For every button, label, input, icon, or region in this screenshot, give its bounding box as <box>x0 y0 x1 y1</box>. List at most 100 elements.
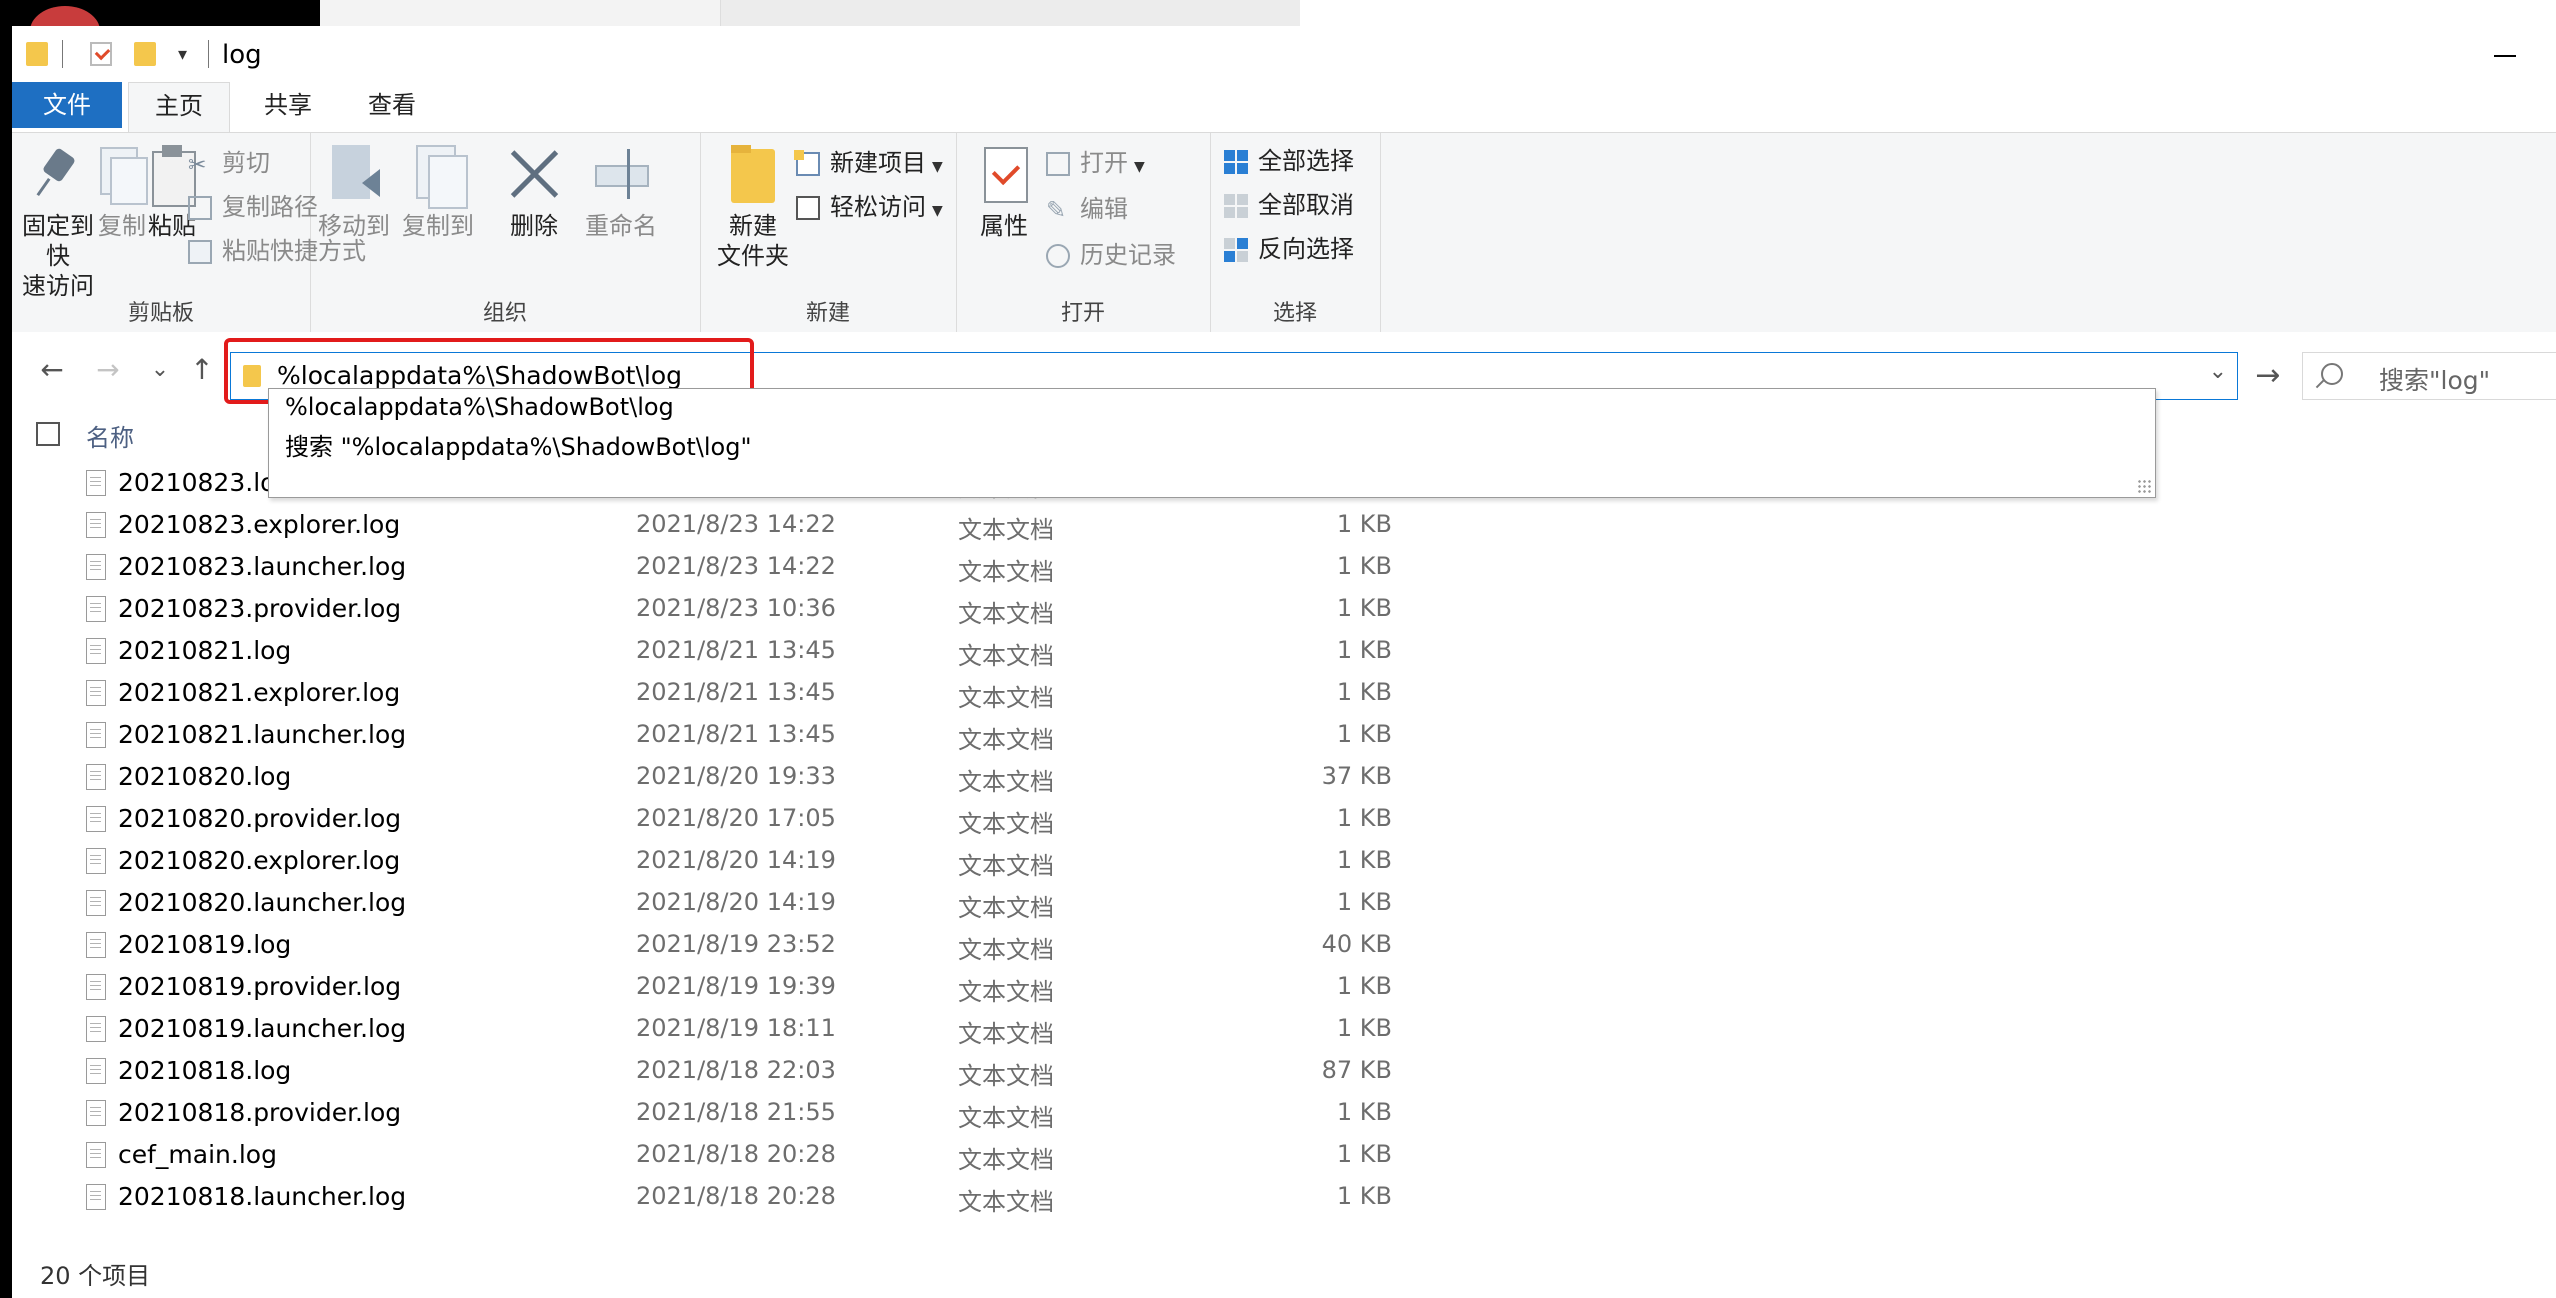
file-date: 2021/8/21 13:45 <box>636 678 836 706</box>
resize-grip-icon[interactable] <box>2137 479 2151 493</box>
table-row[interactable]: 20210820.explorer.log 2021/8/20 14:19 文本文档… <box>12 842 2556 884</box>
copy-path-icon <box>188 196 212 220</box>
open-button[interactable]: 打开 ▼ <box>1046 145 1145 181</box>
text-file-icon <box>86 554 106 580</box>
autocomplete-item[interactable]: %localappdata%\ShadowBot\log <box>285 393 674 421</box>
file-date: 2021/8/18 20:28 <box>636 1182 836 1210</box>
text-file-icon <box>86 890 106 916</box>
search-box[interactable]: 搜索"log" <box>2302 352 2556 400</box>
table-row[interactable]: 20210819.log 2021/8/19 23:52 文本文档 40 KB <box>12 926 2556 968</box>
table-row[interactable]: 20210820.log 2021/8/20 19:33 文本文档 37 KB <box>12 758 2556 800</box>
up-arrow-icon[interactable]: ↑ <box>184 352 220 388</box>
select-none-button[interactable]: 全部取消 <box>1224 187 1354 223</box>
history-button[interactable]: 历史记录 <box>1046 237 1176 273</box>
file-name: 20210823.provider.log <box>118 594 402 623</box>
file-type: 文本文档 <box>958 1146 1054 1174</box>
easy-access-button[interactable]: 轻松访问 ▼ <box>796 189 943 225</box>
tab-home[interactable]: 主页 <box>128 82 230 133</box>
text-file-icon <box>86 974 106 1000</box>
file-date: 2021/8/21 13:45 <box>636 636 836 664</box>
group-label: 选择 <box>1272 301 1317 326</box>
table-row[interactable]: 20210823.explorer.log 2021/8/23 14:22 文本文档… <box>12 506 2556 548</box>
table-row[interactable]: 20210821.log 2021/8/21 13:45 文本文档 1 KB <box>12 632 2556 674</box>
text-file-icon <box>86 596 106 622</box>
search-input[interactable]: 搜索"log" <box>2379 361 2490 397</box>
file-name: 20210821.launcher.log <box>118 720 407 749</box>
properties-icon <box>976 143 1032 205</box>
file-name: 20210820.log <box>118 762 292 791</box>
item-count: 20 个项目 <box>40 1262 151 1290</box>
table-row[interactable]: 20210818.log 2021/8/18 22:03 文本文档 87 KB <box>12 1052 2556 1094</box>
cut-button[interactable]: 剪切 <box>188 145 270 184</box>
file-size: 1 KB <box>1336 846 1392 874</box>
minimize-button[interactable] <box>2472 26 2542 82</box>
chevron-down-icon[interactable]: ▾ <box>178 44 187 65</box>
new-folder-button[interactable]: 新建 文件夹 <box>708 143 798 271</box>
background-window-tab <box>720 0 1301 28</box>
file-name: 20210818.log <box>118 1056 292 1085</box>
copy-to-button[interactable]: 复制到 <box>398 143 478 241</box>
group-label: 新建 <box>805 301 850 326</box>
properties-quick-icon[interactable] <box>90 42 112 66</box>
file-size: 1 KB <box>1336 1182 1392 1210</box>
select-all-checkbox[interactable] <box>36 422 60 446</box>
copy-path-button[interactable]: 复制路径 <box>188 189 318 225</box>
file-name: 20210819.provider.log <box>118 972 402 1001</box>
delete-x-icon <box>506 143 562 205</box>
column-header-name[interactable]: 名称 <box>86 418 134 453</box>
invert-selection-button[interactable]: 反向选择 <box>1224 231 1354 267</box>
chevron-down-icon: ▼ <box>1134 159 1145 175</box>
file-size: 1 KB <box>1336 1098 1392 1126</box>
edit-label: 编辑 <box>1080 195 1128 223</box>
window-title: log <box>222 40 262 70</box>
file-size: 1 KB <box>1336 510 1392 538</box>
go-arrow-icon[interactable]: → <box>2244 352 2292 400</box>
rename-button[interactable]: 重命名 <box>576 143 666 241</box>
table-row[interactable]: cef_main.log 2021/8/18 20:28 文本文档 1 KB <box>12 1136 2556 1178</box>
delete-button[interactable]: 删除 <box>494 143 574 241</box>
new-item-button[interactable]: 新建项目 ▼ <box>794 145 943 181</box>
table-row[interactable]: 20210818.launcher.log 2021/8/18 20:28 文本文档… <box>12 1178 2556 1220</box>
table-row[interactable]: 20210820.provider.log 2021/8/20 17:05 文本文档… <box>12 800 2556 842</box>
move-to-label: 移动到 <box>318 212 390 240</box>
file-type: 文本文档 <box>958 1020 1054 1048</box>
new-folder-quick-icon[interactable] <box>134 42 156 66</box>
text-file-icon <box>86 1058 106 1084</box>
recent-locations-chevron-icon[interactable]: ⌄ <box>142 352 178 388</box>
table-row[interactable]: 20210821.launcher.log 2021/8/21 13:45 文本文档… <box>12 716 2556 758</box>
file-date: 2021/8/20 19:33 <box>636 762 836 790</box>
file-date: 2021/8/20 17:05 <box>636 804 836 832</box>
file-date: 2021/8/18 21:55 <box>636 1098 836 1126</box>
autocomplete-search-item[interactable]: 搜索 "%localappdata%\ShadowBot\log" <box>285 427 752 462</box>
file-size: 1 KB <box>1336 720 1392 748</box>
table-row[interactable]: 20210818.provider.log 2021/8/18 21:55 文本文档… <box>12 1094 2556 1136</box>
text-file-icon <box>86 1016 106 1042</box>
edit-button[interactable]: 编辑 <box>1046 191 1128 228</box>
group-clipboard: 固定到快 速访问 复制 粘贴 剪切 复制路径 粘贴快捷方式 剪贴板 <box>12 133 366 333</box>
forward-arrow-icon[interactable]: → <box>90 352 126 388</box>
invert-selection-icon <box>1224 238 1248 262</box>
tab-view[interactable]: 查看 <box>342 82 442 128</box>
file-name: 20210819.log <box>118 930 292 959</box>
file-size: 1 KB <box>1336 594 1392 622</box>
tab-share[interactable]: 共享 <box>238 82 338 128</box>
file-list: 名称 20210823.log2021/8/23 14:22文本文档13 KB2… <box>12 412 2556 1242</box>
table-row[interactable]: 20210819.launcher.log 2021/8/19 18:11 文本文档… <box>12 1010 2556 1052</box>
tab-file[interactable]: 文件 <box>12 82 122 128</box>
table-row[interactable]: 20210823.launcher.log 2021/8/23 14:22 文本文档… <box>12 548 2556 590</box>
new-folder-label-line2: 文件夹 <box>717 242 789 270</box>
table-row[interactable]: 20210821.explorer.log 2021/8/21 13:45 文本文档… <box>12 674 2556 716</box>
move-to-button[interactable]: 移动到 <box>314 143 394 241</box>
table-row[interactable]: 20210823.provider.log 2021/8/23 10:36 文本文档… <box>12 590 2556 632</box>
file-name: 20210823.launcher.log <box>118 552 407 581</box>
table-row[interactable]: 20210820.launcher.log 2021/8/20 14:19 文本文档… <box>12 884 2556 926</box>
file-date: 2021/8/20 14:19 <box>636 888 836 916</box>
file-date: 2021/8/23 14:22 <box>636 510 836 538</box>
properties-button[interactable]: 属性 <box>964 143 1044 241</box>
chevron-down-icon[interactable]: ⌄ <box>2209 359 2227 384</box>
table-row[interactable]: 20210819.provider.log 2021/8/19 19:39 文本文档… <box>12 968 2556 1010</box>
select-all-button[interactable]: 全部选择 <box>1224 143 1354 179</box>
file-date: 2021/8/23 14:22 <box>636 552 836 580</box>
back-arrow-icon[interactable]: ← <box>34 352 70 388</box>
select-all-icon <box>1224 150 1248 174</box>
